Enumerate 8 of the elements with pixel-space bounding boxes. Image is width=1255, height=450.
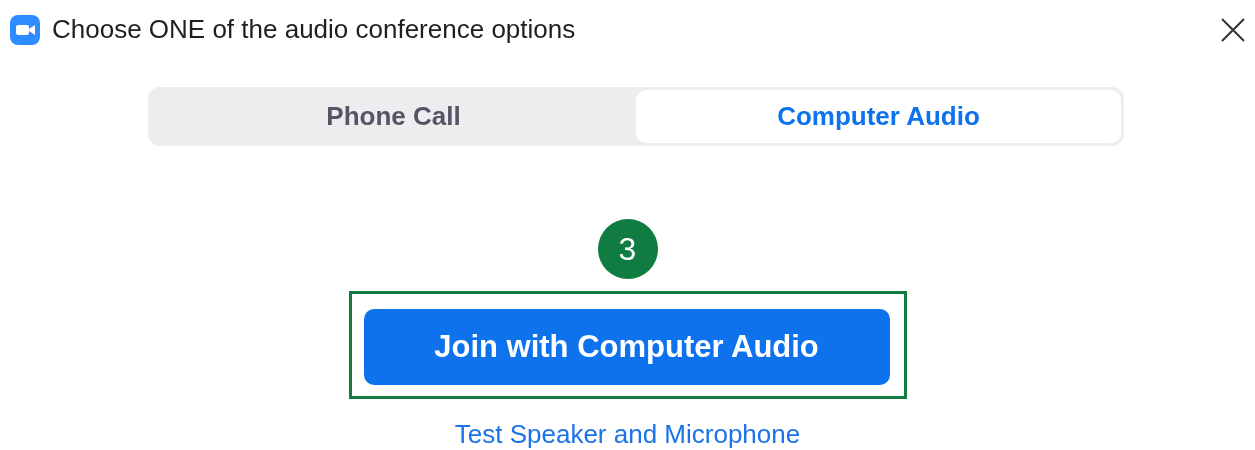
window-title: Choose ONE of the audio conference options	[52, 14, 577, 46]
step-badge: 3	[597, 219, 658, 279]
join-audio-button[interactable]: Join with Computer Audio	[363, 309, 890, 385]
close-icon[interactable]	[1221, 17, 1245, 42]
test-speaker-link[interactable]: Test Speaker and Microphone	[454, 419, 801, 450]
tab[interactable]: Computer Audio	[636, 90, 1121, 143]
video-camera-icon	[10, 14, 40, 45]
tab[interactable]: Phone Call	[151, 90, 636, 143]
